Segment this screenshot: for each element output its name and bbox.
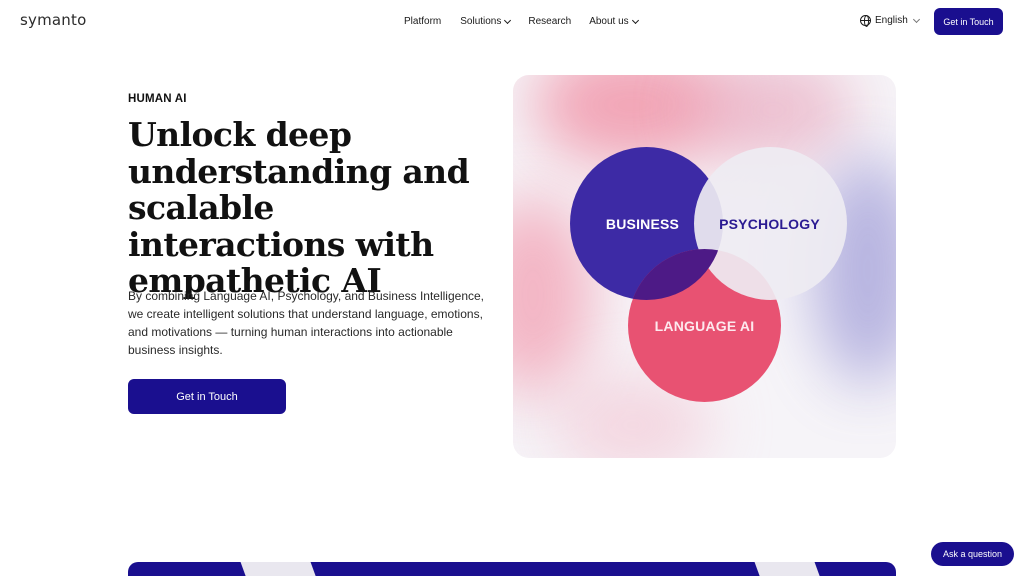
hero-get-in-touch-button[interactable]: Get in Touch <box>128 379 286 414</box>
site-header: symanto Platform Solutions Research Abou… <box>0 0 1024 44</box>
nav-label: Platform <box>404 16 442 27</box>
main-nav: Platform Solutions Research About us <box>404 16 639 27</box>
hero-description: By combining Language AI, Psychology, an… <box>128 289 485 357</box>
venn-diagram-card: BUSINESS LANGUAGE AI PSYCHOLOGY <box>513 75 896 458</box>
next-section-band <box>128 562 896 576</box>
hero-headline: Unlock deep understanding and scalable i… <box>128 115 470 300</box>
language-label: English <box>875 15 908 26</box>
chevron-down-icon <box>504 16 512 24</box>
nav-item-platform[interactable]: Platform <box>404 16 441 27</box>
chevron-down-icon <box>631 16 639 24</box>
hero-eyebrow: HUMAN AI <box>128 93 187 105</box>
overlap-business-language <box>628 249 723 300</box>
nav-item-solutions[interactable]: Solutions <box>460 16 512 27</box>
venn-diagram: BUSINESS LANGUAGE AI PSYCHOLOGY <box>513 75 896 458</box>
language-selector[interactable]: English <box>860 15 920 27</box>
chevron-down-icon <box>912 15 920 23</box>
ask-question-button[interactable]: Ask a question <box>931 542 1014 566</box>
nav-label: Research <box>528 16 572 27</box>
venn-overlap <box>628 249 723 300</box>
header-get-in-touch-button[interactable]: Get in Touch <box>934 8 1003 35</box>
nav-item-about-us[interactable]: About us <box>589 16 639 27</box>
symanto-logo[interactable]: symanto <box>20 11 86 29</box>
nav-label: Solutions <box>460 16 502 27</box>
nav-label: About us <box>589 16 629 27</box>
decorative-shape <box>240 562 322 576</box>
nav-item-research[interactable]: Research <box>528 16 571 27</box>
decorative-shape <box>754 562 826 576</box>
globe-icon <box>860 15 871 27</box>
